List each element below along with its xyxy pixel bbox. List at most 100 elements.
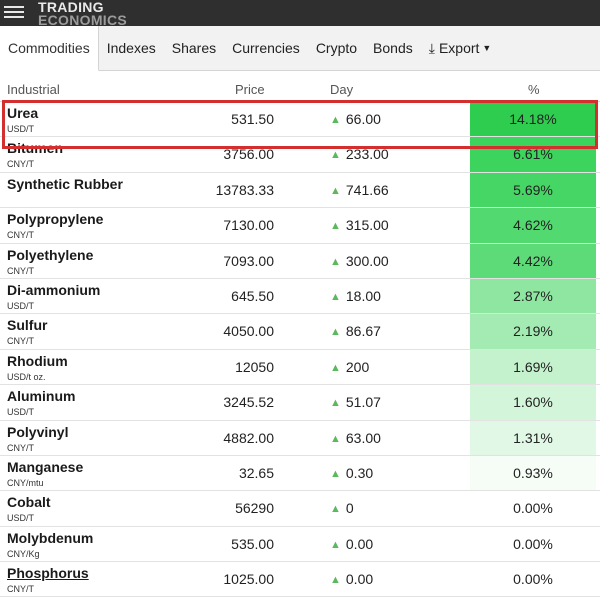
table-row[interactable]: Sulfur CNY/T 4050.00 ▲ 86.67 2.19% [0,314,600,350]
commodity-unit: CNY/T [7,442,34,453]
tab-indexes[interactable]: Indexes [99,26,164,70]
commodity-unit: USD/T [7,513,34,524]
commodity-name[interactable]: Rhodium [7,353,68,369]
up-triangle-icon: ▲ [330,432,341,445]
percent-change-cell: 1.69% [470,349,596,385]
percent-change-cell: 14.18% [470,102,596,137]
commodity-unit: USD/T [7,124,34,134]
up-triangle-icon: ▲ [330,574,341,587]
tab-shares[interactable]: Shares [164,26,224,70]
tab-bar: Commodities Indexes Shares Currencies Cr… [0,26,600,71]
table-row[interactable]: Bitumen CNY/T 3756.00 ▲ 233.00 6.61% [0,137,600,173]
export-button[interactable]: ⤓ Export ▼ [421,26,500,70]
commodity-unit: CNY/mtu [7,477,44,488]
table-row[interactable]: Polyvinyl CNY/T 4882.00 ▲ 63.00 1.31% [0,420,600,456]
up-triangle-icon: ▲ [330,184,341,197]
table-row[interactable]: Cobalt USD/T 56290 ▲ 0 0.00% [0,491,600,527]
tab-commodities[interactable]: Commodities [0,26,99,71]
commodity-name[interactable]: Polyethylene [7,247,93,263]
commodity-cell: Cobalt USD/T [7,494,51,523]
table-row[interactable]: Phosphorus CNY/T 1025.00 ▲ 0.00 0.00% [0,562,600,598]
commodity-name[interactable]: Di-ammonium [7,282,100,298]
day-change-cell: ▲ 0.00 [330,571,373,587]
table-row[interactable]: Molybdenum CNY/Kg 535.00 ▲ 0.00 0.00% [0,526,600,563]
commodity-name[interactable]: Aluminum [7,388,75,404]
day-change-cell: ▲ 86.67 [330,323,381,339]
table-row[interactable]: Di-ammonium USD/T 645.50 ▲ 18.00 2.87% [0,278,600,315]
day-change-value: 0.30 [345,464,374,481]
commodity-unit: CNY/T [7,584,34,595]
price-cell: 531.50 [231,111,274,127]
logo[interactable]: TRADING ECONOMICS [38,0,127,27]
table-row[interactable]: Rhodium USD/t oz. 12050 ▲ 200 1.69% [0,349,600,386]
top-bar: TRADING ECONOMICS [0,0,600,27]
table-row[interactable]: Manganese CNY/mtu 32.65 ▲ 0.30 0.93% [0,455,600,492]
day-change-value: 741.66 [345,181,389,198]
table-row[interactable]: Polypropylene CNY/T 7130.00 ▲ 315.00 4.62% [0,208,600,244]
commodity-cell: Rhodium USD/t oz. [7,353,68,382]
price-cell: 56290 [235,500,274,517]
commodity-name[interactable]: Manganese [7,459,83,475]
commodity-unit: CNY/T [7,336,34,347]
commodity-cell: Urea USD/T [7,105,38,134]
day-change-cell: ▲ 741.66 [330,182,389,198]
commodity-name[interactable]: Urea [7,105,38,121]
column-header-percent[interactable]: % [528,82,540,97]
up-triangle-icon: ▲ [330,397,341,410]
commodities-table: Urea USD/T 531.50 ▲ 66.00 14.18% Bitumen CNY/T 3… [0,102,600,598]
tab-crypto[interactable]: Crypto [308,26,365,70]
column-header-price[interactable]: Price [235,82,265,97]
day-change-value: 18.00 [345,287,381,304]
commodity-unit: USD/t oz. [7,371,46,382]
day-change-value: 63.00 [345,429,381,446]
commodity-name[interactable]: Bitumen [7,140,63,156]
commodity-cell: Manganese CNY/mtu [7,459,83,488]
tab-currencies[interactable]: Currencies [224,26,308,70]
day-change-cell: ▲ 233.00 [330,146,389,162]
commodity-unit: CNY/T [7,159,34,170]
percent-change-cell: 4.42% [470,243,596,278]
commodity-unit: CNY/Kg [7,548,40,559]
percent-change-cell: 2.87% [470,278,596,314]
commodity-cell: Molybdenum CNY/Kg [7,530,93,559]
price-cell: 3245.52 [223,394,274,411]
day-change-value: 86.67 [345,323,381,340]
download-icon: ⤓ [428,39,435,56]
table-row[interactable]: Urea USD/T 531.50 ▲ 66.00 14.18% [0,102,600,138]
commodity-name[interactable]: Synthetic Rubber [7,176,123,192]
day-change-cell: ▲ 51.07 [330,394,381,410]
commodity-name[interactable]: Sulfur [7,317,47,333]
day-change-value: 66.00 [345,111,381,127]
commodity-cell: Bitumen CNY/T [7,140,63,169]
commodity-name[interactable]: Cobalt [7,494,51,510]
day-change-value: 315.00 [345,217,389,234]
commodity-name[interactable]: Phosphorus [7,565,89,581]
table-row[interactable]: Synthetic Rubber 13783.33 ▲ 741.66 5.69% [0,172,600,209]
tab-bonds[interactable]: Bonds [365,26,421,70]
percent-change-cell: 1.60% [470,385,596,420]
percent-change-cell: 0.00% [470,526,596,562]
menu-icon[interactable] [4,3,24,21]
day-change-cell: ▲ 315.00 [330,217,389,233]
commodity-cell: Sulfur CNY/T [7,317,47,346]
column-header-industrial[interactable]: Industrial [7,82,60,97]
commodity-unit: USD/T [7,407,34,418]
commodity-cell: Polyethylene CNY/T [7,247,93,276]
commodity-name[interactable]: Molybdenum [7,530,93,546]
price-cell: 4050.00 [223,323,274,340]
up-triangle-icon: ▲ [330,255,341,268]
commodity-name[interactable]: Polypropylene [7,211,103,227]
up-triangle-icon: ▲ [330,326,341,339]
up-triangle-icon: ▲ [330,290,341,303]
up-triangle-icon: ▲ [330,114,341,126]
column-header-day[interactable]: Day [330,82,353,97]
up-triangle-icon: ▲ [330,361,341,374]
table-row[interactable]: Aluminum USD/T 3245.52 ▲ 51.07 1.60% [0,385,600,421]
table-row[interactable]: Polyethylene CNY/T 7093.00 ▲ 300.00 4.42% [0,243,600,279]
day-change-value: 0.00 [345,571,374,588]
commodity-name[interactable]: Polyvinyl [7,424,68,440]
commodity-unit: CNY/T [7,230,34,241]
export-label: Export [438,40,480,56]
price-cell: 3756.00 [223,146,274,163]
price-cell: 4882.00 [223,429,274,446]
